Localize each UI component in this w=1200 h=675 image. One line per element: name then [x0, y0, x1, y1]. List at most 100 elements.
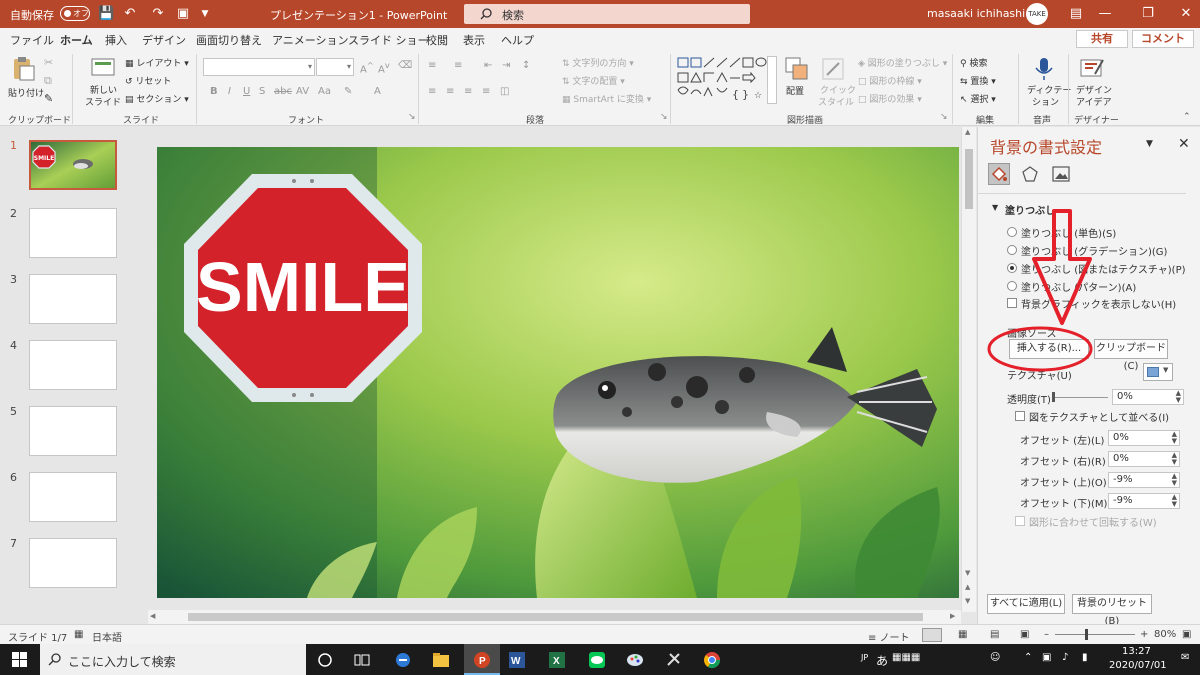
slide-thumbnail-2[interactable] [29, 208, 117, 258]
ime-toolbar-icon[interactable]: ▦▦▦ [892, 652, 920, 663]
smartart-button[interactable]: ▦ SmartArt に変換 ▾ [562, 92, 651, 105]
notification-center-icon[interactable]: ✉ [1181, 652, 1189, 663]
select-button[interactable]: ↖ 選択 ▾ [960, 92, 996, 105]
zoom-slider-handle[interactable] [1085, 629, 1088, 640]
save-icon[interactable]: 💾 [98, 6, 114, 22]
change-case-icon[interactable]: Aa [318, 86, 331, 97]
horizontal-scroll-thumb[interactable] [188, 613, 923, 621]
previous-slide-icon[interactable]: ▲ [965, 583, 970, 591]
slideshow-view-icon[interactable]: ▣ [1020, 629, 1029, 640]
slide-thumbnail-4[interactable] [29, 340, 117, 390]
task-view-icon[interactable] [353, 651, 371, 669]
reading-view-icon[interactable]: ▤ [990, 629, 999, 640]
arrange-label[interactable]: 配置 [786, 84, 804, 97]
minimize-icon[interactable]: — [1097, 6, 1113, 22]
tab-transitions[interactable]: 画面切り替え [196, 32, 262, 48]
strikethrough-icon[interactable]: abc [274, 86, 292, 97]
decrease-indent-icon[interactable]: ⇤ [484, 60, 492, 71]
volume-icon[interactable]: ♪ [1062, 652, 1068, 663]
close-icon[interactable]: ✕ [1178, 6, 1194, 22]
font-name-dropdown[interactable]: ▾ [203, 58, 315, 76]
paste-label[interactable]: 貼り付け [8, 86, 44, 99]
shapes-gallery-scroll[interactable] [767, 56, 777, 104]
replace-button[interactable]: ⇆ 置換 ▾ [960, 74, 996, 87]
clock-date[interactable]: 2020/07/01 [1109, 660, 1167, 671]
language-label[interactable]: 日本語 [92, 629, 122, 644]
clock-time[interactable]: 13:27 [1122, 646, 1151, 657]
tab-design[interactable]: デザイン [142, 32, 186, 48]
paste-icon[interactable] [10, 56, 36, 82]
edge-icon[interactable] [394, 651, 412, 669]
current-slide[interactable]: SMILE [157, 147, 959, 598]
font-dialog-launcher-icon[interactable]: ↘ [408, 112, 416, 122]
slide-thumbnail-6[interactable] [29, 472, 117, 522]
spellcheck-icon[interactable]: ▦ [74, 629, 83, 640]
drawing-dialog-launcher-icon[interactable]: ↘ [940, 112, 948, 122]
powerpoint-taskbar-button[interactable]: P [464, 644, 500, 675]
arrange-icon[interactable] [784, 56, 810, 82]
font-color-icon[interactable]: A [374, 86, 381, 97]
taskbar-search-box[interactable]: ここに入力して検索 [40, 644, 306, 675]
customize-qat-icon[interactable]: ▼ [197, 6, 213, 22]
slide-thumbnail-5[interactable] [29, 406, 117, 456]
line-spacing-icon[interactable]: ↕ [522, 60, 530, 71]
scroll-up-icon[interactable]: ▲ [965, 128, 970, 136]
cut-icon[interactable]: ✂ [44, 56, 53, 69]
shape-effects-button[interactable]: □ 図形の効果 ▾ [858, 92, 922, 105]
quick-styles-label-2[interactable]: スタイル [818, 95, 854, 108]
ribbon-display-options-icon[interactable]: ▤ [1068, 6, 1084, 22]
shape-fill-button[interactable]: ◈ 図形の塗りつぶし ▾ [858, 56, 947, 69]
shadow-icon[interactable]: S [259, 86, 265, 97]
start-slideshow-icon[interactable]: ▣ [175, 6, 191, 22]
show-hidden-icons-icon[interactable]: ⌃ [1024, 652, 1032, 663]
cortana-icon[interactable] [316, 651, 334, 669]
columns-icon[interactable]: ◫ [500, 86, 509, 97]
find-button[interactable]: ⚲ 検索 [960, 56, 987, 69]
justify-icon[interactable]: ≡ [482, 86, 490, 97]
tab-file[interactable]: ファイル [10, 32, 54, 48]
scroll-right-icon[interactable]: ▶ [950, 612, 955, 620]
tab-insert[interactable]: 挿入 [105, 32, 127, 48]
zoom-out-icon[interactable]: – [1044, 629, 1049, 640]
snipping-tool-icon[interactable] [665, 651, 683, 669]
search-box[interactable]: 検索 [464, 4, 750, 24]
file-explorer-icon[interactable] [432, 651, 450, 669]
share-button[interactable]: 共有 [1076, 30, 1128, 48]
vertical-scroll-thumb[interactable] [965, 149, 973, 209]
people-icon[interactable]: ☺ [990, 652, 1000, 663]
zoom-slider[interactable] [1055, 634, 1135, 635]
section-button[interactable]: ▤ セクション ▾ [125, 92, 189, 105]
dictate-icon[interactable] [1031, 56, 1057, 82]
format-painter-icon[interactable]: ✎ [44, 92, 53, 105]
tab-animations[interactable]: アニメーション [272, 32, 349, 48]
align-left-icon[interactable]: ≡ [428, 86, 436, 97]
network-icon[interactable]: ▣ [1042, 652, 1051, 663]
align-text-button[interactable]: ⇅ 文字の配置 ▾ [562, 74, 625, 87]
scroll-down-icon[interactable]: ▼ [965, 569, 970, 577]
layout-button[interactable]: ▦ レイアウト ▾ [125, 56, 189, 69]
comment-button[interactable]: コメント [1132, 30, 1194, 48]
line-icon[interactable] [588, 651, 606, 669]
tab-home[interactable]: ホーム [60, 32, 93, 52]
numbering-icon[interactable]: ≡ [454, 60, 462, 71]
underline-icon[interactable]: U [243, 86, 250, 97]
vertical-scrollbar[interactable]: ▲ ▼ ▲ ▼ [961, 127, 976, 612]
next-slide-icon[interactable]: ▼ [965, 597, 970, 605]
design-ideas-icon[interactable] [1079, 56, 1105, 82]
slide-thumbnail-3[interactable] [29, 274, 117, 324]
paragraph-dialog-launcher-icon[interactable]: ↘ [660, 112, 668, 122]
slide-thumbnail-1[interactable]: SMILE [29, 140, 117, 190]
reset-button[interactable]: ↺ リセット [125, 74, 171, 87]
restore-icon[interactable]: ❐ [1140, 6, 1156, 22]
slide-sorter-icon[interactable]: ▦ [958, 629, 967, 640]
avatar[interactable]: TAKE [1026, 3, 1048, 25]
ime-language[interactable]: JP [861, 653, 868, 662]
redo-icon[interactable]: ↷ [150, 6, 166, 22]
font-size-dropdown[interactable]: ▾ [316, 58, 354, 76]
highlight-icon[interactable]: ✎ [344, 86, 352, 97]
char-spacing-icon[interactable]: AV [296, 86, 309, 97]
shapes-gallery[interactable]: {} ☆ [676, 56, 776, 104]
text-direction-button[interactable]: ⇅ 文字列の方向 ▾ [562, 56, 634, 69]
fit-to-window-icon[interactable]: ▣ [1182, 629, 1191, 640]
zoom-level[interactable]: 80% [1154, 629, 1176, 640]
